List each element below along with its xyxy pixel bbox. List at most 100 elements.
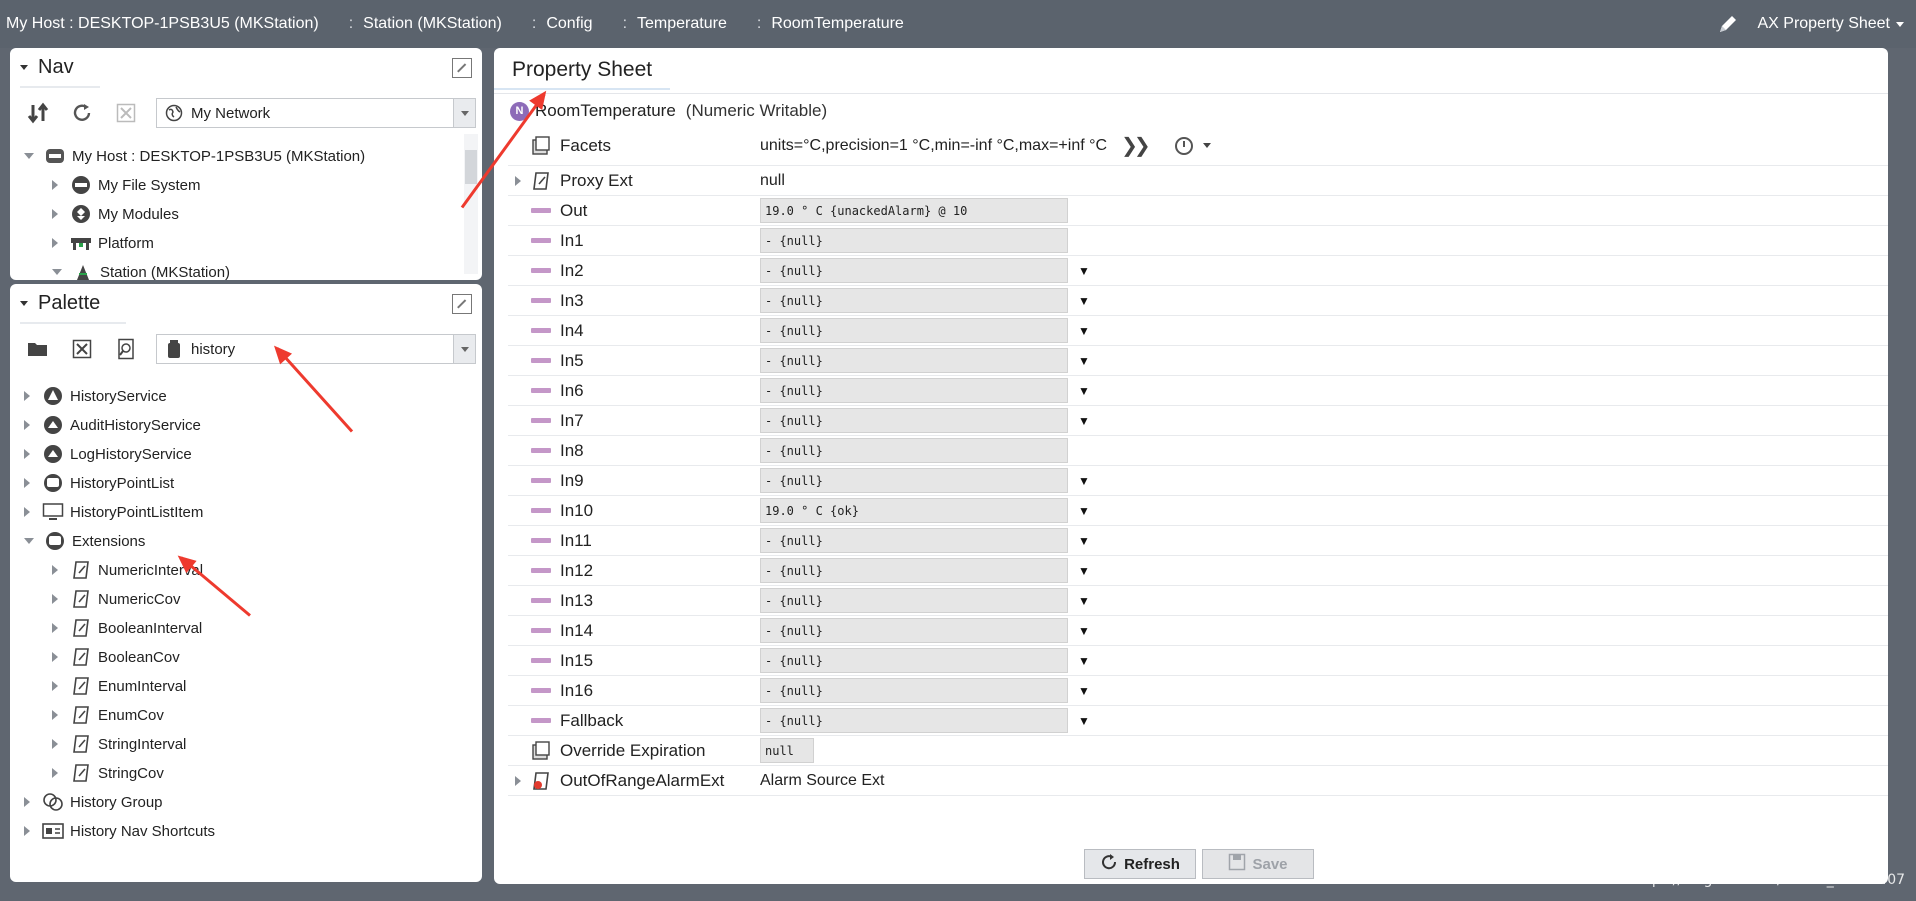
expand-icon[interactable] bbox=[52, 565, 58, 575]
pencil-icon[interactable] bbox=[1717, 13, 1739, 35]
double-down-arrow-icon[interactable]: ▼ bbox=[1078, 265, 1090, 277]
property-sheet-tab[interactable]: Property Sheet bbox=[494, 48, 671, 90]
property-row-override-expiration: Override Expiration null bbox=[508, 736, 1888, 766]
palette-item-audithistoryservice[interactable]: AuditHistoryService bbox=[24, 413, 201, 437]
view-selector[interactable]: AX Property Sheet bbox=[1757, 15, 1904, 33]
save-button[interactable]: Save bbox=[1202, 849, 1314, 879]
palette-item-history-group[interactable]: History Group bbox=[24, 790, 163, 814]
maximize-icon[interactable] bbox=[452, 294, 472, 314]
expand-icon[interactable] bbox=[508, 175, 528, 186]
chevron-down-icon[interactable] bbox=[453, 99, 475, 127]
close-box-icon[interactable] bbox=[112, 99, 140, 127]
nav-root-select[interactable]: My Network bbox=[156, 98, 476, 128]
palette-item-loghistoryservice[interactable]: LogHistoryService bbox=[24, 442, 192, 466]
double-down-arrow-icon[interactable]: ▼ bbox=[1078, 295, 1090, 307]
breadcrumb-temperature[interactable]: : Temperature bbox=[593, 15, 727, 33]
expand-icon[interactable] bbox=[52, 768, 58, 778]
property-row-proxy-ext[interactable]: Proxy Ext null bbox=[508, 166, 1888, 196]
double-down-arrow-icon[interactable]: ▼ bbox=[1078, 595, 1090, 607]
breadcrumb-host[interactable]: My Host : DESKTOP-1PSB3U5 (MKStation) bbox=[0, 15, 319, 33]
double-down-arrow-icon[interactable]: ▼ bbox=[1078, 655, 1090, 667]
double-down-arrow-icon[interactable]: ▼ bbox=[1078, 385, 1090, 397]
palette-item-stringcov[interactable]: StringCov bbox=[52, 761, 164, 785]
expand-icon[interactable] bbox=[24, 153, 34, 159]
expand-icon[interactable] bbox=[24, 449, 30, 459]
double-down-arrow-icon[interactable]: ▼ bbox=[1078, 505, 1090, 517]
slot-icon bbox=[528, 230, 554, 252]
palette-item-enuminterval[interactable]: EnumInterval bbox=[52, 674, 186, 698]
palette-item-numericcov[interactable]: NumericCov bbox=[52, 587, 181, 611]
double-down-arrow-icon[interactable]: ▼ bbox=[1078, 685, 1090, 697]
double-down-arrow-icon[interactable]: ▼ bbox=[1078, 475, 1090, 487]
open-folder-icon[interactable] bbox=[24, 335, 52, 363]
double-down-arrow-icon[interactable]: ▼ bbox=[1078, 625, 1090, 637]
palette-item-enumcov[interactable]: EnumCov bbox=[52, 703, 164, 727]
palette-item-extensions[interactable]: Extensions bbox=[24, 529, 145, 553]
collapse-icon[interactable] bbox=[20, 64, 28, 70]
palette-item-history-nav-shortcuts[interactable]: History Nav Shortcuts bbox=[24, 819, 215, 843]
double-down-arrow-icon[interactable]: ▼ bbox=[1078, 715, 1090, 727]
breadcrumb-station[interactable]: : Station (MKStation) bbox=[319, 15, 502, 33]
expand-icon[interactable] bbox=[52, 180, 58, 190]
expand-icon[interactable] bbox=[24, 538, 34, 544]
refresh-button[interactable]: Refresh bbox=[1084, 849, 1196, 879]
double-down-arrow-icon[interactable]: ▼ bbox=[1078, 565, 1090, 577]
watermark: https://blog.csdn.net/weixin_45217407 bbox=[1632, 872, 1906, 888]
override-expiration-value: null bbox=[760, 738, 814, 763]
chevron-down-icon[interactable] bbox=[1202, 143, 1211, 148]
expand-icon[interactable] bbox=[52, 681, 58, 691]
collapse-icon[interactable] bbox=[20, 300, 28, 306]
expand-icon[interactable] bbox=[24, 391, 30, 401]
palette-tab[interactable]: Palette bbox=[20, 284, 127, 324]
expand-icon[interactable] bbox=[52, 739, 58, 749]
tree-node-host[interactable]: My Host : DESKTOP-1PSB3U5 (MKStation) bbox=[24, 144, 365, 168]
palette-module-select[interactable]: history bbox=[156, 334, 476, 364]
palette-pane-header: Palette bbox=[10, 284, 482, 324]
find-icon[interactable] bbox=[112, 335, 140, 363]
expand-icon[interactable] bbox=[52, 269, 62, 275]
breadcrumb-config[interactable]: : Config bbox=[502, 15, 593, 33]
expand-icon[interactable] bbox=[24, 507, 30, 517]
tree-node-file-system[interactable]: My File System bbox=[52, 173, 201, 197]
tree-node-station[interactable]: Station (MKStation) bbox=[52, 260, 230, 280]
expand-icon[interactable] bbox=[24, 797, 30, 807]
nav-tab[interactable]: Nav bbox=[20, 48, 100, 88]
double-down-arrow-icon[interactable]: ▼ bbox=[1078, 355, 1090, 367]
property-row-in15: In15- {null} ▼ bbox=[508, 646, 1888, 676]
tree-node-modules[interactable]: My Modules bbox=[52, 202, 179, 226]
clock-icon[interactable] bbox=[1174, 136, 1193, 155]
tree-node-platform[interactable]: Platform bbox=[52, 231, 154, 255]
expand-icon[interactable] bbox=[508, 775, 528, 786]
double-chevron-right-icon[interactable]: ❯❯ bbox=[1121, 133, 1150, 158]
save-icon bbox=[1228, 853, 1246, 875]
palette-item-booleaninterval[interactable]: BooleanInterval bbox=[52, 616, 202, 640]
palette-item-stringinterval[interactable]: StringInterval bbox=[52, 732, 186, 756]
slot-value-field: - {null} bbox=[760, 228, 1068, 253]
expand-icon[interactable] bbox=[52, 209, 58, 219]
maximize-icon[interactable] bbox=[452, 58, 472, 78]
expand-icon[interactable] bbox=[24, 420, 30, 430]
palette-item-historyservice[interactable]: HistoryService bbox=[24, 384, 167, 408]
property-row-outofrangealarmext[interactable]: OutOfRangeAlarmExt Alarm Source Ext bbox=[508, 766, 1888, 796]
double-down-arrow-icon[interactable]: ▼ bbox=[1078, 325, 1090, 337]
nav-scrollbar-thumb[interactable] bbox=[465, 150, 477, 184]
breadcrumb-roomtemperature[interactable]: : RoomTemperature bbox=[727, 15, 904, 33]
sync-arrows-icon[interactable] bbox=[24, 99, 52, 127]
palette-item-historypointlistitem[interactable]: HistoryPointListItem bbox=[24, 500, 203, 524]
expand-icon[interactable] bbox=[52, 623, 58, 633]
slot-icon bbox=[528, 290, 554, 312]
double-down-arrow-icon[interactable]: ▼ bbox=[1078, 535, 1090, 547]
slot-icon bbox=[528, 380, 554, 402]
expand-icon[interactable] bbox=[52, 594, 58, 604]
expand-icon[interactable] bbox=[52, 652, 58, 662]
expand-icon[interactable] bbox=[24, 826, 30, 836]
refresh-icon[interactable] bbox=[68, 99, 96, 127]
palette-item-booleancov[interactable]: BooleanCov bbox=[52, 645, 180, 669]
expand-icon[interactable] bbox=[52, 238, 58, 248]
expand-icon[interactable] bbox=[52, 710, 58, 720]
close-box-icon[interactable] bbox=[68, 335, 96, 363]
palette-item-historypointlist[interactable]: HistoryPointList bbox=[24, 471, 174, 495]
expand-icon[interactable] bbox=[24, 478, 30, 488]
chevron-down-icon[interactable] bbox=[453, 335, 475, 363]
double-down-arrow-icon[interactable]: ▼ bbox=[1078, 415, 1090, 427]
